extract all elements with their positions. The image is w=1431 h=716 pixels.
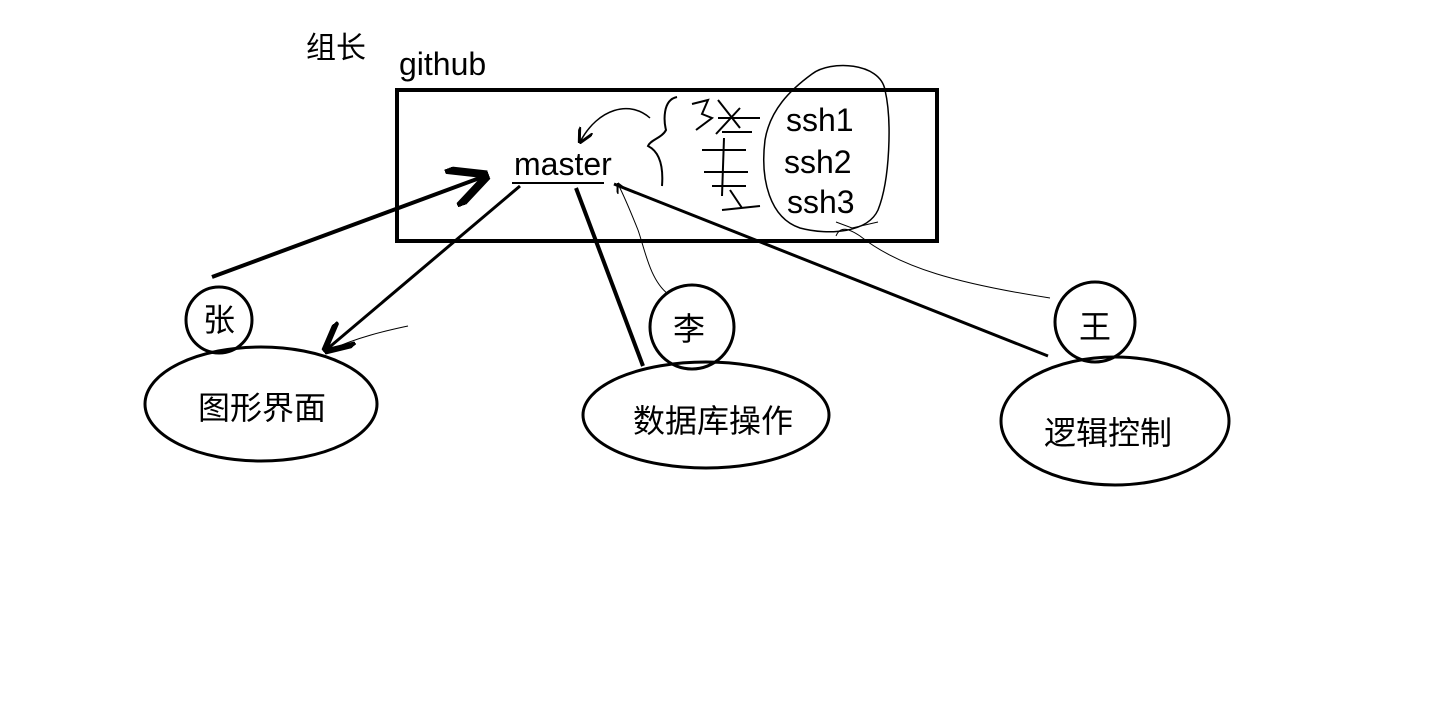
diagram-canvas: 组长 github master ssh1 ssh2 ssh3 张 李 王 图形… xyxy=(0,0,1431,716)
github-label: github xyxy=(399,46,486,82)
team-git-diagram: 组长 github master ssh1 ssh2 ssh3 张 李 王 图形… xyxy=(143,32,1231,487)
ssh-key-3: ssh3 xyxy=(787,184,855,220)
ssh-key-1: ssh1 xyxy=(786,102,854,138)
leader-label: 组长 xyxy=(306,32,366,65)
zhang-push-arrow xyxy=(211,176,485,279)
master-to-database-line xyxy=(574,187,645,367)
ssh3-hook xyxy=(835,221,879,229)
member-name: 张 xyxy=(203,302,235,338)
github-repo-box xyxy=(395,88,939,243)
public-keys-scribble xyxy=(646,96,761,211)
member-name: 李 xyxy=(673,311,705,347)
ssh-key-2: ssh2 xyxy=(784,144,852,180)
task-label: 图形界面 xyxy=(198,390,326,426)
task-database: 数据库操作 xyxy=(581,360,831,470)
master-to-gui-arrow xyxy=(326,184,521,350)
member-zhang: 张 xyxy=(184,285,254,355)
task-gui: 图形界面 xyxy=(143,345,379,463)
member-name: 王 xyxy=(1079,309,1111,345)
master-branch-label: master xyxy=(514,146,612,182)
member-li: 李 xyxy=(648,283,736,371)
keys-to-master-arrow xyxy=(580,108,651,142)
task-label: 数据库操作 xyxy=(633,403,793,439)
task-logic: 逻辑控制 xyxy=(999,355,1231,487)
task-label: 逻辑控制 xyxy=(1044,415,1172,451)
member-wang: 王 xyxy=(1053,280,1137,364)
